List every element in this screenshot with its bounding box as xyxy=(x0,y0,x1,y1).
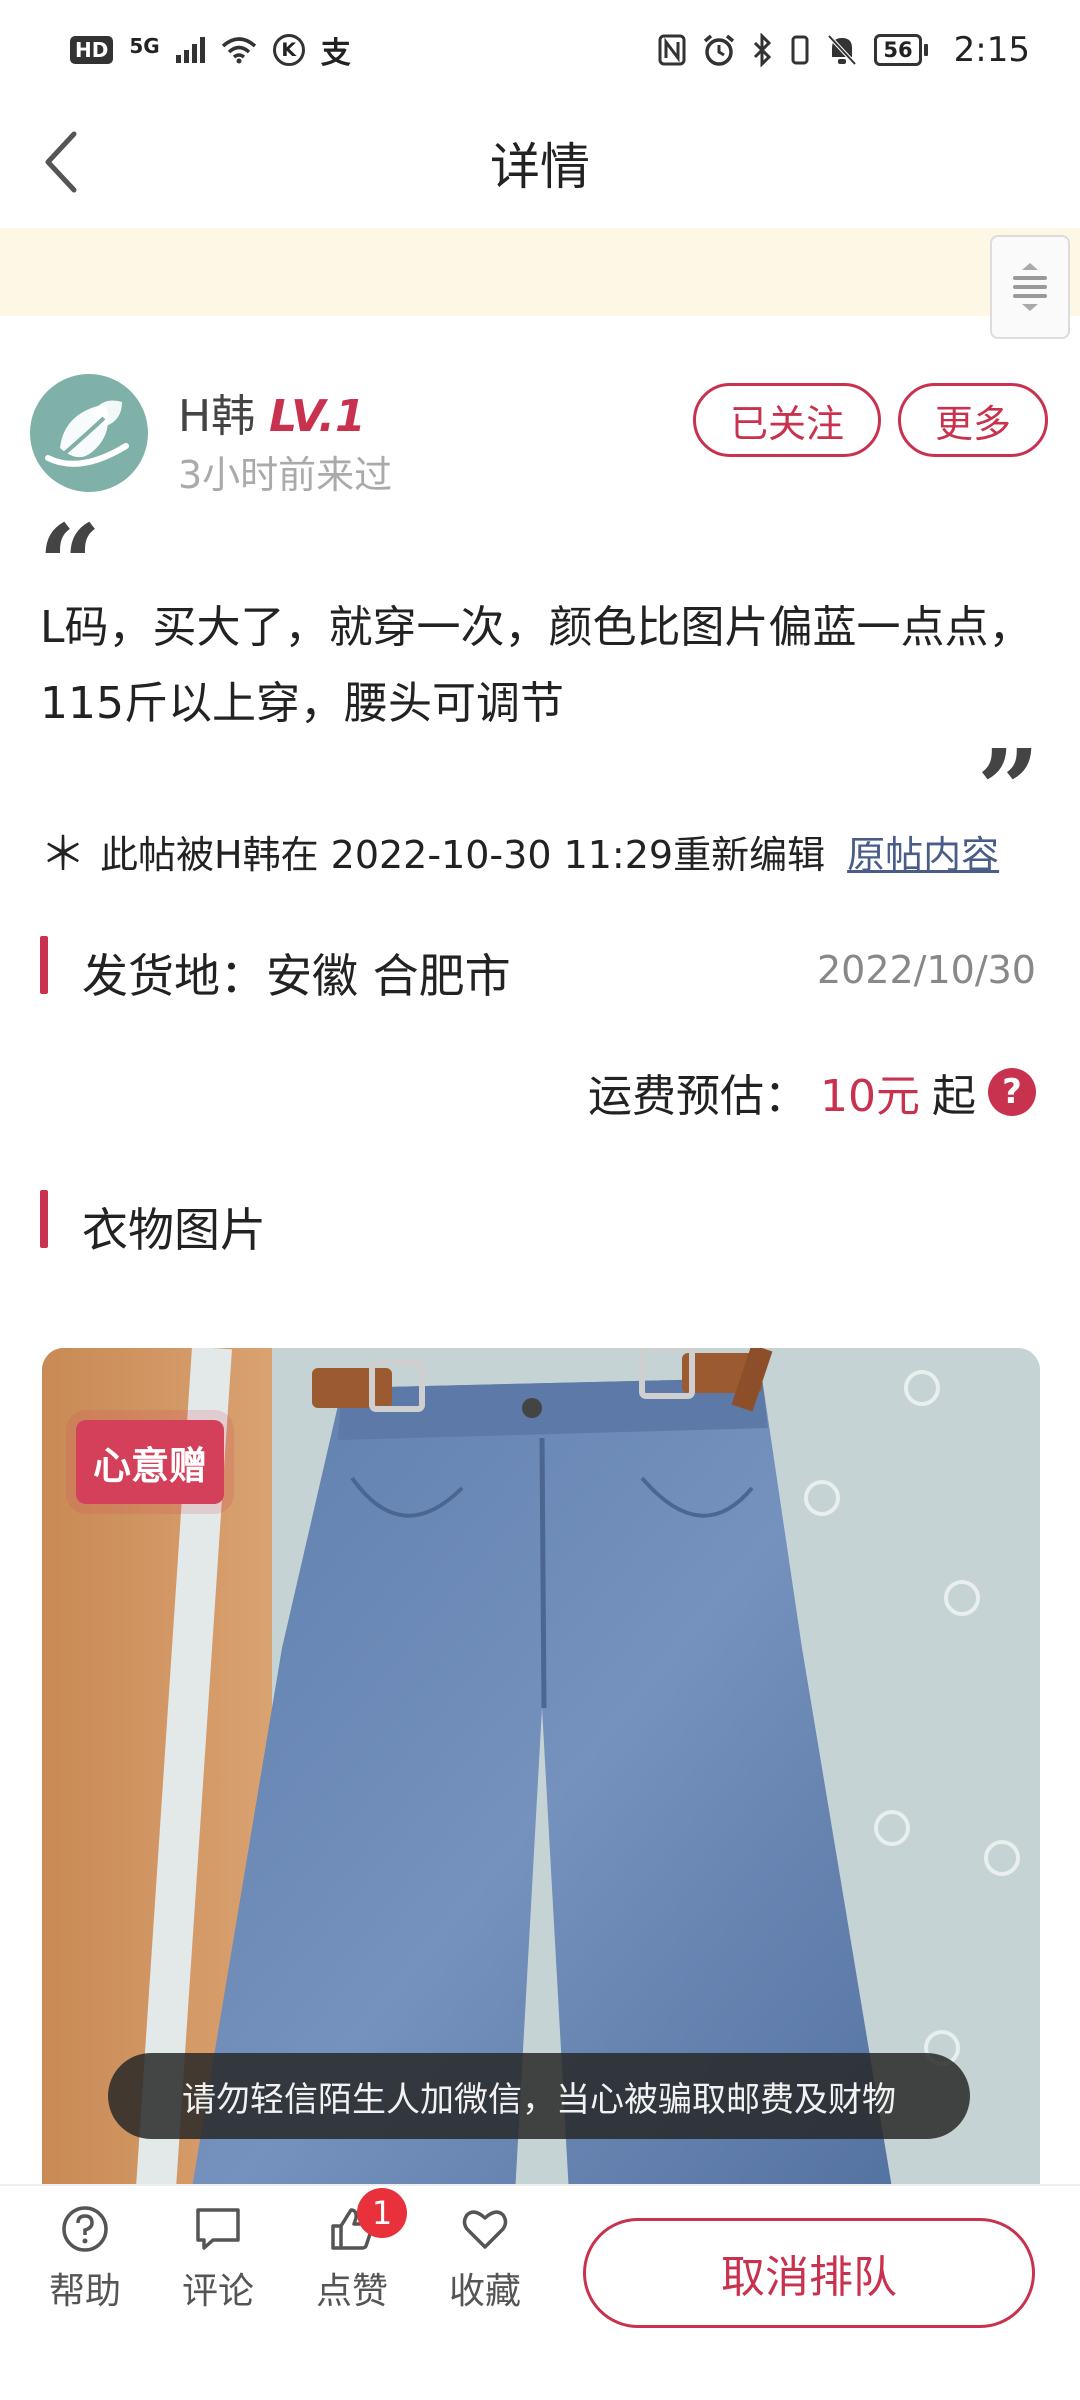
section-marker xyxy=(40,936,48,994)
section-marker xyxy=(40,1190,48,1248)
scam-warning-toast: 请勿轻信陌生人加微信，当心被骗取邮费及财物 xyxy=(108,2053,970,2139)
user-level-badge: LV.1 xyxy=(269,391,366,442)
comment-tab[interactable]: 评论 xyxy=(163,2202,273,2314)
user-name-line: H韩 LV.1 xyxy=(178,380,366,444)
leaf-logo-icon xyxy=(45,400,129,467)
status-bar-left: HD 5G K 支 xyxy=(70,28,351,72)
favorite-tab[interactable]: 收藏 xyxy=(430,2202,540,2314)
notice-banner xyxy=(0,228,1080,316)
k-app-icon: K xyxy=(272,34,305,66)
question-icon[interactable]: ? xyxy=(988,1068,1036,1116)
help-icon xyxy=(58,2202,112,2256)
chevron-left-icon xyxy=(45,131,77,193)
wifi-icon xyxy=(221,37,256,64)
network-type: 5G xyxy=(129,34,160,58)
hd-icon: HD xyxy=(70,36,114,64)
post-body: L码，买大了，就穿一次，颜色比图片偏蓝一点点，115斤以上穿，腰头可调节 xyxy=(40,602,1033,729)
gift-stamp: 心意赠 xyxy=(76,1420,224,1504)
photos-section-title: 衣物图片 xyxy=(82,1203,266,1257)
fee-value: 10元 xyxy=(820,1071,920,1122)
like-count-badge: 1 xyxy=(357,2188,407,2238)
shipping-fee-estimate: 运费预估： 10元 起 ? xyxy=(588,1060,1036,1124)
help-label: 帮助 xyxy=(48,2271,121,2312)
back-button[interactable] xyxy=(20,122,100,202)
mute-bell-icon xyxy=(827,34,857,66)
arrow-down-icon xyxy=(1022,304,1038,311)
asterisk-icon: ＊ xyxy=(40,827,86,881)
heart-icon xyxy=(458,2202,512,2256)
comment-icon xyxy=(191,2202,245,2256)
page-title: 详情 xyxy=(490,137,590,196)
user-name[interactable]: H韩 xyxy=(178,380,255,444)
like-tab[interactable]: 1 点赞 xyxy=(297,2188,407,2314)
alarm-icon xyxy=(704,34,735,66)
signal-icon xyxy=(175,37,205,63)
clock: 2:15 xyxy=(953,30,1030,70)
last-seen-text: 3小时前来过 xyxy=(178,453,393,497)
avatar[interactable] xyxy=(30,374,148,492)
detail-screen: HD 5G K 支 56 2:15 详情 H韩 LV.1 3小时前来过 已关注 … xyxy=(0,0,1080,2400)
battery-icon: 56 xyxy=(874,34,928,66)
help-tab[interactable]: 帮助 xyxy=(30,2202,140,2314)
arrow-up-icon xyxy=(1022,263,1038,270)
like-label: 点赞 xyxy=(315,2271,388,2312)
alipay-icon: 支 xyxy=(320,36,351,71)
ship-from-label: 发货地：安徽 合肥市 xyxy=(82,949,511,1003)
nav-bar: 详情 xyxy=(0,100,1080,225)
original-post-link[interactable]: 原帖内容 xyxy=(847,824,999,879)
cancel-queue-button[interactable]: 取消排队 xyxy=(583,2218,1035,2328)
fee-label: 运费预估： xyxy=(588,1071,808,1122)
vibrate-icon xyxy=(791,35,809,65)
scroll-menu-button[interactable] xyxy=(990,235,1070,339)
more-button[interactable]: 更多 xyxy=(898,383,1048,457)
bluetooth-icon xyxy=(754,33,772,67)
fee-suffix: 起 xyxy=(932,1071,976,1122)
edit-note: ＊ 此帖被H韩在 2022-10-30 11:29重新编辑 原帖内容 xyxy=(40,818,999,884)
thumbs-up-icon: 1 xyxy=(325,2188,407,2256)
post-date: 2022/10/30 xyxy=(816,948,1036,992)
follow-button[interactable]: 已关注 xyxy=(693,383,881,457)
nfc-icon xyxy=(658,34,686,66)
favorite-label: 收藏 xyxy=(448,2271,521,2312)
edit-note-text: 此帖被H韩在 2022-10-30 11:29重新编辑 xyxy=(100,832,826,877)
comment-label: 评论 xyxy=(181,2271,254,2312)
battery-level: 56 xyxy=(874,34,922,66)
status-bar-right: 56 2:15 xyxy=(658,30,1030,70)
status-bar: HD 5G K 支 56 2:15 xyxy=(0,0,1080,100)
